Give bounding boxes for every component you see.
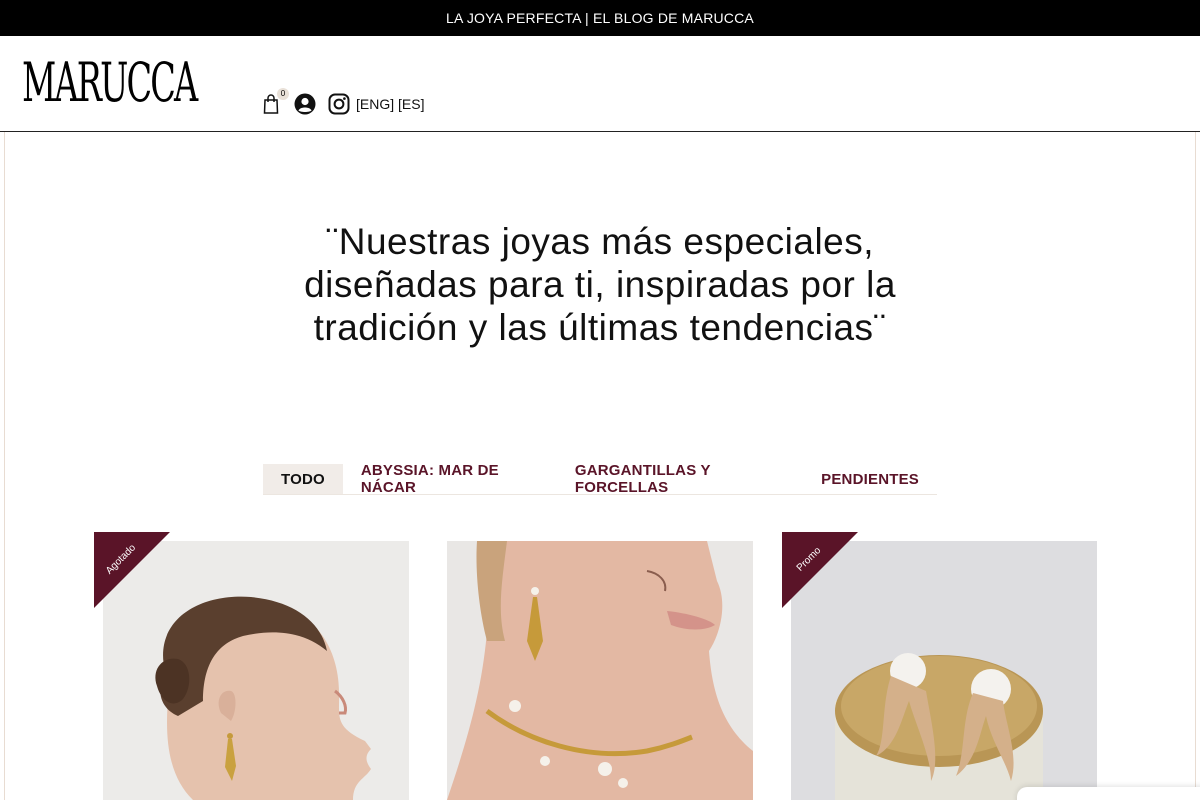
marucca-logo[interactable]: MARUCCA <box>22 50 198 116</box>
hero-quote: ¨Nuestras joyas más especiales, diseñada… <box>250 220 950 349</box>
tab-todo[interactable]: TODO <box>263 464 343 494</box>
instagram-icon[interactable] <box>328 93 350 115</box>
hero-quote-line: tradición y las últimas tendencias¨ <box>313 307 887 348</box>
product-photo-necklace-model <box>447 541 753 800</box>
blog-link[interactable]: LA JOYA PERFECTA | EL BLOG DE MARUCCA <box>446 10 754 26</box>
sold-out-ribbon: Agotado <box>94 532 170 608</box>
tab-pendientes[interactable]: PENDIENTES <box>803 464 937 494</box>
tab-gargantillas[interactable]: GARGANTILLAS Y FORCELLAS <box>557 462 803 496</box>
hero-quote-line: diseñadas para ti, inspiradas por la <box>304 264 896 305</box>
cart-count-badge: 0 <box>277 88 289 100</box>
top-announcement-bar: LA JOYA PERFECTA | EL BLOG DE MARUCCA <box>0 0 1200 36</box>
header-tools: 0 [ENG] [ES] <box>262 88 426 116</box>
lang-spanish-link[interactable]: [ES] <box>398 96 424 112</box>
chat-widget[interactable] <box>1017 787 1200 800</box>
hero-quote-line: ¨Nuestras joyas más especiales, <box>325 221 875 262</box>
user-account-icon[interactable] <box>294 93 316 115</box>
promo-ribbon: Promo <box>782 532 858 608</box>
category-tabs: TODO ABYSSIA: MAR DE NÁCAR GARGANTILLAS … <box>263 462 937 496</box>
language-switcher: [ENG] [ES] <box>356 96 424 112</box>
site-header: MARUCCA 0 [ENG] [ES] <box>0 36 1200 132</box>
product-card[interactable] <box>447 541 753 800</box>
lang-english-link[interactable]: [ENG] <box>356 96 394 112</box>
cart-button[interactable]: 0 <box>262 88 289 115</box>
tab-abyssia[interactable]: ABYSSIA: MAR DE NÁCAR <box>343 462 557 496</box>
